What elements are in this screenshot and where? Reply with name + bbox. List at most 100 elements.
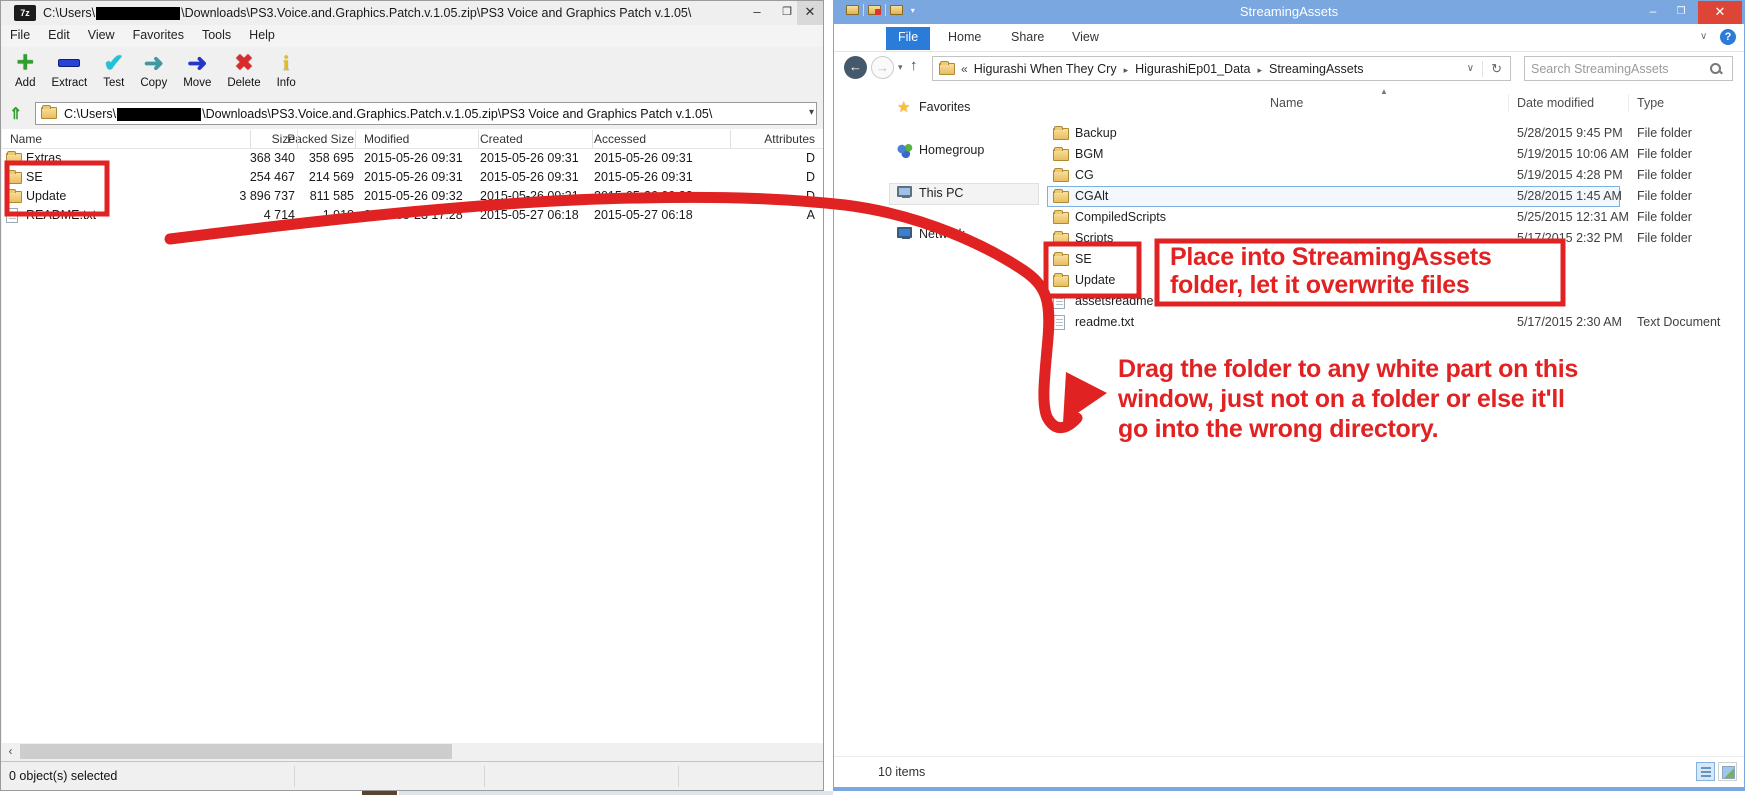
menu-item-tools[interactable]: Tools (193, 25, 240, 45)
column-divider[interactable] (355, 130, 356, 148)
text-file-icon (1053, 294, 1065, 309)
column-header-modified[interactable]: Modified (364, 132, 476, 146)
list-item-compiledscripts[interactable]: CompiledScripts5/25/2015 12:31 AMFile fo… (1040, 207, 1744, 228)
search-icon[interactable] (1710, 63, 1723, 76)
sevenzip-address-combobox[interactable]: C:\Users\\Downloads\PS3.Voice.and.Graphi… (35, 102, 817, 125)
list-item-bgm[interactable]: BGM5/19/2015 10:06 AMFile folder (1040, 144, 1744, 165)
info-button[interactable]: iInfo (271, 47, 302, 91)
folder-icon (6, 172, 22, 184)
cell-created: 2015-05-26 09:31 (480, 189, 590, 203)
breadcrumb-segment[interactable]: StreamingAssets (1265, 62, 1367, 76)
address-bar[interactable]: « Higurashi When They Cry▸HigurashiEp01_… (932, 56, 1511, 81)
menu-item-edit[interactable]: Edit (39, 25, 79, 45)
horizontal-scrollbar[interactable]: ‹ (2, 743, 823, 760)
back-button[interactable]: ← (844, 56, 867, 79)
breadcrumb-chevron-icon[interactable]: ▸ (1121, 65, 1132, 75)
sidebar-item-homegroup[interactable]: Homegroup (834, 140, 1040, 162)
refresh-icon[interactable]: ↻ (1482, 61, 1510, 77)
column-divider[interactable] (1628, 94, 1629, 112)
sidebar-item-label: Homegroup (919, 143, 984, 157)
tab-home[interactable]: Home (936, 27, 993, 50)
explorer-maximize-button[interactable]: ❐ (1668, 1, 1694, 24)
column-divider[interactable] (1508, 94, 1509, 112)
list-item-cg[interactable]: CG5/19/2015 4:28 PMFile folder (1040, 165, 1744, 186)
list-item-cgalt[interactable]: CGAlt5/28/2015 1:45 AMFile folder (1040, 186, 1744, 207)
explorer-close-button[interactable]: ✕ (1698, 1, 1742, 24)
table-row-se[interactable]: SE254 467214 5692015-05-26 09:312015-05-… (2, 168, 823, 187)
column-header-name[interactable]: Name (1270, 96, 1380, 110)
add-button[interactable]: +Add (9, 47, 41, 91)
column-header-packed-size[interactable]: Packed Size (264, 132, 354, 146)
tab-view[interactable]: View (1060, 27, 1111, 50)
cell-name: CG (1075, 168, 1265, 182)
delete-button[interactable]: ✖Delete (221, 47, 266, 91)
list-item-se[interactable]: SE (1040, 249, 1744, 270)
column-header-date-modified[interactable]: Date modified (1517, 96, 1627, 110)
list-item-update[interactable]: Update (1040, 270, 1744, 291)
table-row-readmetxt[interactable]: README.txt4 7141 9182015-05-23 17:282015… (2, 206, 823, 225)
tab-file[interactable]: File (886, 27, 930, 50)
details-view-button[interactable] (1696, 762, 1715, 781)
sidebar-item-label: This PC (919, 186, 963, 200)
menu-item-help[interactable]: Help (240, 25, 284, 45)
statusbar-divider (678, 766, 679, 787)
test-check-icon: ✔ (104, 49, 124, 78)
forward-button[interactable]: → (871, 56, 894, 79)
column-divider[interactable] (592, 130, 593, 148)
table-row-extras[interactable]: Extras368 340358 6952015-05-26 09:312015… (2, 149, 823, 168)
root-folder-icon[interactable]: ⇑ (9, 104, 22, 124)
sidebar-item-this-pc[interactable]: This PC (834, 183, 1040, 205)
test-button[interactable]: ✔Test (97, 47, 130, 91)
copy-arrow-icon: ➜ (144, 49, 164, 77)
search-box[interactable] (1524, 56, 1733, 81)
cell-name: README.txt (26, 208, 206, 222)
column-divider[interactable] (297, 130, 298, 148)
ribbon-collapse-chevron-icon[interactable]: ∨ (1700, 31, 1707, 42)
move-arrow-icon: ➜ (187, 49, 207, 77)
list-item-scripts[interactable]: Scripts5/17/2015 2:32 PMFile folder (1040, 228, 1744, 249)
table-row-update[interactable]: Update3 896 737811 5852015-05-26 09:3220… (2, 187, 823, 206)
sidebar-item-network[interactable]: Network (834, 224, 1040, 246)
column-header-accessed[interactable]: Accessed (594, 132, 724, 146)
explorer-minimize-button[interactable]: – (1640, 1, 1666, 24)
move-button[interactable]: ➜Move (177, 47, 217, 91)
cell-type: Text Document (1637, 315, 1745, 329)
menu-item-view[interactable]: View (79, 25, 124, 45)
sevenzip-minimize-button[interactable]: – (745, 1, 769, 25)
column-divider[interactable] (250, 130, 251, 148)
list-item-readmetxt[interactable]: readme.txt5/17/2015 2:30 AMText Document… (1040, 312, 1744, 333)
chevron-down-icon[interactable]: ▾ (809, 107, 814, 118)
menu-item-favorites[interactable]: Favorites (124, 25, 193, 45)
recent-locations-chevron-icon[interactable]: ▾ (898, 62, 903, 73)
breadcrumb-chevron-icon[interactable]: ▸ (1254, 65, 1265, 75)
tab-share[interactable]: Share (999, 27, 1056, 50)
up-button[interactable]: ↑ (910, 57, 918, 74)
column-header-name[interactable]: Name (10, 132, 210, 146)
breadcrumb-overflow-chevrons[interactable]: « (955, 62, 970, 76)
sidebar-item-favorites[interactable]: ★Favorites (834, 97, 1040, 119)
column-header-created[interactable]: Created (480, 132, 590, 146)
cell-modified: 2015-05-26 09:31 (364, 151, 476, 165)
list-item-assetsreadmetxt[interactable]: assetsreadme.txt1 KB (1040, 291, 1744, 312)
sevenzip-toolbar: +AddExtract✔Test➜Copy➜Move✖DeleteiInfo (1, 47, 823, 99)
scroll-left-arrow-icon[interactable]: ‹ (2, 743, 19, 760)
column-divider[interactable] (478, 130, 479, 148)
cell-date-modified: 5/19/2015 10:06 AM (1517, 147, 1632, 161)
scrollbar-thumb[interactable] (20, 744, 452, 759)
thumbnails-view-button[interactable] (1718, 762, 1737, 781)
test-check-icon: ✔ (104, 49, 124, 77)
sevenzip-close-button[interactable]: ✕ (797, 1, 823, 25)
cell-name: readme.txt (1075, 315, 1265, 329)
column-header-type[interactable]: Type (1637, 96, 1697, 110)
menu-item-file[interactable]: File (1, 25, 39, 45)
list-item-backup[interactable]: Backup5/28/2015 9:45 PMFile folder (1040, 123, 1744, 144)
breadcrumb-segment[interactable]: HigurashiEp01_Data (1131, 62, 1254, 76)
address-dropdown-chevron-icon[interactable]: ∨ (1459, 63, 1482, 74)
extract-button[interactable]: Extract (45, 47, 93, 91)
help-icon[interactable]: ? (1720, 29, 1736, 45)
search-input[interactable] (1531, 58, 1701, 79)
copy-button[interactable]: ➜Copy (134, 47, 173, 91)
sevenzip-maximize-button[interactable]: ❐ (775, 1, 799, 25)
column-divider[interactable] (730, 130, 731, 148)
breadcrumb-segment[interactable]: Higurashi When They Cry (970, 62, 1121, 76)
